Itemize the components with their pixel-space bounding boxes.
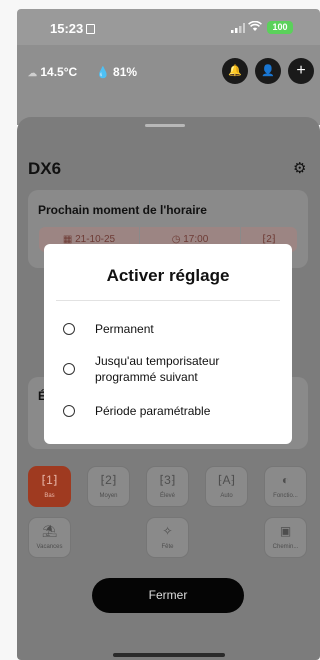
temperature-reading: ☁ 14.5°C	[28, 65, 78, 79]
user-icon: 👤	[261, 65, 275, 77]
mode-function-button[interactable]: ◐ Fonctio...	[264, 466, 307, 507]
user-button[interactable]: 👤	[255, 58, 281, 84]
radio-button[interactable]	[63, 405, 75, 417]
sheet-handle[interactable]	[145, 124, 185, 127]
device-title: DX6	[28, 159, 62, 178]
fan-low-icon: ⁅1⁆	[41, 473, 58, 487]
party-icon: ✧	[162, 524, 173, 538]
fan-medium-icon: ⁅2⁆	[100, 473, 117, 487]
activate-setting-dialog: Activer réglage Permanent Jusqu'au tempo…	[44, 244, 292, 444]
mode-cheminee-button[interactable]: ▣ Chemin...	[264, 517, 307, 558]
status-bar: 15:23 100	[17, 9, 320, 45]
mode-auto-button[interactable]: ⁅A⁆ Auto	[205, 466, 248, 507]
plus-icon: +	[296, 62, 306, 79]
option-until-next-timer[interactable]: Jusqu'au temporisateur programmé suivant	[63, 353, 265, 385]
dialog-title: Activer réglage	[106, 266, 230, 285]
option-configurable-period[interactable]: Période paramétrable	[63, 403, 265, 419]
dialog-divider	[56, 300, 280, 301]
sim-icon	[86, 24, 96, 34]
close-button[interactable]: Fermer	[92, 578, 244, 613]
add-button[interactable]: +	[288, 58, 314, 84]
weather-bar: ☁ 14.5°C 💧 81% 🔔 👤 +	[17, 45, 320, 125]
mode-bas-button[interactable]: ⁅1⁆ Bas	[28, 466, 71, 507]
gear-icon[interactable]: ⚙	[293, 159, 306, 177]
bell-icon: 🔔	[228, 65, 242, 77]
mode-vacances-button[interactable]: ⛱ Vacances	[28, 517, 71, 558]
beach-umbrella-icon: ⛱	[41, 524, 58, 538]
radio-button[interactable]	[63, 323, 75, 335]
mode-fete-button[interactable]: ✧ Fête	[146, 517, 189, 558]
option-permanent[interactable]: Permanent	[63, 321, 265, 337]
cloud-icon: ☁	[28, 68, 37, 78]
mode-moyen-button[interactable]: ⁅2⁆ Moyen	[87, 466, 130, 507]
battery-icon: 100	[267, 21, 293, 34]
fireplace-icon: ▣	[279, 524, 292, 538]
fan-auto-icon: ⁅A⁆	[217, 473, 236, 487]
droplet-icon: 💧	[96, 67, 110, 79]
humidity-reading: 💧 81%	[96, 65, 138, 79]
fan-high-icon: ⁅3⁆	[159, 473, 176, 487]
function-icon: ◐	[281, 473, 290, 487]
schedule-card-title: Prochain moment de l'horaire	[38, 203, 207, 217]
bell-button[interactable]: 🔔	[222, 58, 248, 84]
home-indicator	[113, 653, 225, 657]
mode-eleve-button[interactable]: ⁅3⁆ Élevé	[146, 466, 189, 507]
radio-button[interactable]	[63, 363, 75, 375]
signal-icon	[231, 23, 245, 33]
wifi-icon	[248, 20, 262, 35]
status-time: 15:23	[50, 21, 96, 36]
